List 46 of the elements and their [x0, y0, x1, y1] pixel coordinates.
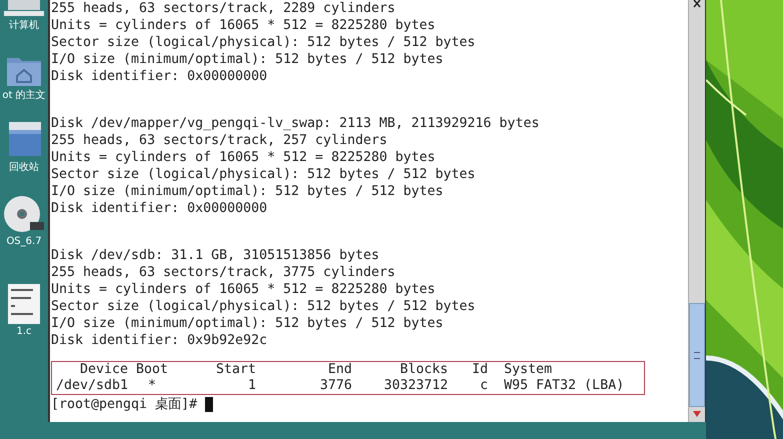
terminal-line: 255 heads, 63 sectors/track, 257 cylinders	[51, 132, 388, 149]
desktop-icon-label: 1.c	[16, 326, 32, 337]
column-header: Device	[78, 362, 128, 378]
terminal-line: Disk identifier: 0x00000000	[51, 68, 268, 85]
table-cell-text: 1	[246, 378, 256, 394]
terminal-line: Sector size (logical/physical): 512 bytes / 512 bytes	[51, 34, 476, 51]
column-header: Blocks	[398, 362, 448, 378]
scroll-down-arrow-icon[interactable]	[693, 411, 701, 417]
desktop-icon-label: ot 的主文	[2, 88, 46, 102]
terminal-line: Units = cylinders of 16065 * 512 = 8225280 bytes	[51, 17, 436, 34]
scrollbar-thumb[interactable]	[689, 303, 705, 407]
terminal-line: Disk /dev/sdb: 31.1 GB, 31051513856 bytes	[51, 247, 380, 264]
computer-icon[interactable]	[4, 0, 44, 16]
terminal-line: 255 heads, 63 sectors/track, 3775 cylinders	[51, 264, 396, 281]
column-header: Start	[214, 362, 256, 378]
terminal-line: Sector size (logical/physical): 512 bytes / 512 bytes	[51, 166, 476, 183]
terminal-line: Sector size (logical/physical): 512 bytes / 512 bytes	[51, 298, 476, 315]
terminal-line: Units = cylinders of 16065 * 512 = 8225280 bytes	[51, 281, 436, 298]
disc-icon[interactable]	[4, 194, 44, 234]
table-cell: W95 FAT32 (LBA)	[504, 378, 624, 394]
terminal-line: Disk identifier: 0x00000000	[51, 200, 268, 217]
column-header: End	[326, 362, 352, 378]
table-cell-text: 30323712	[382, 378, 448, 394]
table-cell-text: 3776	[318, 378, 352, 394]
terminal-line: Units = cylinders of 16065 * 512 = 8225280 bytes	[51, 149, 436, 166]
terminal-line: I/O size (minimum/optimal): 512 bytes / 512 bytes	[51, 315, 444, 332]
column-header: Boot	[136, 362, 168, 378]
close-icon[interactable]	[692, 0, 702, 8]
scrollbar[interactable]	[688, 0, 706, 422]
column-header: System	[504, 362, 552, 378]
desktop-icon-label: 计算机	[9, 18, 39, 32]
terminal-line: I/O size (minimum/optimal): 512 bytes / 512 bytes	[51, 51, 444, 68]
terminal-line: Disk identifier: 0x9b92e92c	[51, 332, 268, 349]
trash-icon[interactable]	[7, 120, 41, 158]
table-cell-text: *	[146, 378, 157, 394]
desktop-icon-label: 回收站	[9, 160, 39, 174]
text-cursor	[205, 397, 214, 412]
terminal-line: 255 heads, 63 sectors/track, 2289 cylinders	[51, 0, 396, 17]
shell-prompt: [root@pengqi 桌面]#	[51, 396, 198, 413]
terminal-line: Disk /dev/mapper/vg_pengqi-lv_swap: 2113 MB, 2113929216 bytes	[51, 115, 540, 132]
table-cell-text: /dev/sdb1	[54, 378, 128, 394]
terminal-line: I/O size (minimum/optimal): 512 bytes / 512 bytes	[51, 183, 444, 200]
table-cell-text: c	[478, 378, 488, 394]
text-file-icon[interactable]	[8, 284, 40, 324]
desktop-icon-label: OS_6.7	[6, 236, 42, 247]
column-header: Id	[470, 362, 488, 378]
